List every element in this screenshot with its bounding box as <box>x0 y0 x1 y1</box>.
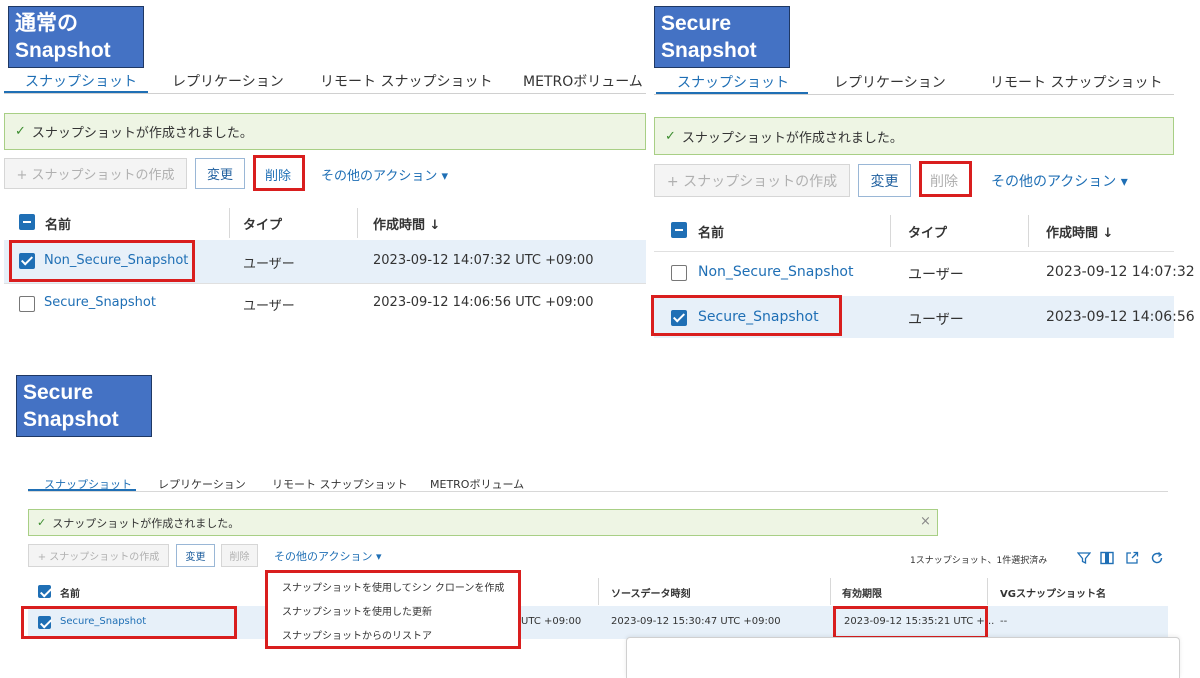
panel1-tab-underline <box>4 91 148 93</box>
panel1-title-line1: 通常の <box>15 12 78 35</box>
refresh-icon[interactable] <box>1150 550 1164 569</box>
panel3-other-actions-button[interactable]: その他のアクション ▾ <box>274 548 381 564</box>
panel2-col-sep-1 <box>890 215 891 247</box>
panel3-col-sep-2 <box>830 578 831 605</box>
panel2-col-sep-2 <box>1028 215 1029 247</box>
panel1-tab-snapshot[interactable]: スナップショット <box>25 71 137 91</box>
check-icon: ✓ <box>37 516 47 529</box>
panel1-delete-highlight <box>253 155 305 191</box>
menu-item-create-thin-clone[interactable]: スナップショットを使用してシン クローンを作成 <box>282 579 504 594</box>
panel2-tab-replication[interactable]: レプリケーション <box>834 72 946 92</box>
panel1-row-1-type: ユーザー <box>243 257 295 272</box>
panel3-selection-count: 1スナップショット、1件選択済み <box>910 556 1048 566</box>
panel1-col-type[interactable]: タイプ <box>243 214 282 233</box>
panel3-select-all-checkbox[interactable] <box>38 585 51 598</box>
panel1-alert: ✓ スナップショットが作成されました。 <box>4 113 646 150</box>
panel3-alert-text: スナップショットが作成されました。 <box>52 516 240 530</box>
panel2-create-snapshot-button[interactable]: + スナップショットの作成 <box>654 164 850 197</box>
panel1-row-1-created: 2023-09-12 14:07:32 UTC +09:00 <box>373 253 594 268</box>
panel3-tab-replication[interactable]: レプリケーション <box>158 476 246 492</box>
panel2-col-name[interactable]: 名前 <box>698 222 724 241</box>
panel2-row-1-name[interactable]: Non_Secure_Snapshot <box>698 264 854 280</box>
panel2-title-line2: Snapshot <box>661 39 757 62</box>
panel1-other-actions-button[interactable]: その他のアクション ▾ <box>321 165 448 184</box>
panel2-row-2-created: 2023-09-12 14:06:56 <box>1046 309 1195 325</box>
panel3-col-sep-1 <box>598 578 599 605</box>
panel3-col-vg-name[interactable]: VGスナップショット名 <box>1000 585 1106 600</box>
panel3-row-created-partial: UTC +09:00 <box>521 616 582 627</box>
panel2-row-1-type: ユーザー <box>908 267 964 283</box>
panel3-col-expiry[interactable]: 有効期限 <box>842 585 882 600</box>
other-actions-dropdown-menu: スナップショットを使用してシン クローンを作成 スナップショットを使用した更新 … <box>265 570 521 649</box>
panel1-tab-metro-volume[interactable]: METROボリューム <box>523 71 643 91</box>
panel1-select-all-checkbox[interactable] <box>19 214 35 230</box>
panel1-tab-replication[interactable]: レプリケーション <box>172 71 284 91</box>
panel1-create-snapshot-button[interactable]: + スナップショットの作成 <box>4 158 187 189</box>
panel1-alert-text: スナップショットが作成されました。 <box>31 126 253 141</box>
panel1-row-divider <box>4 283 646 284</box>
panel3-tab-underline <box>28 489 136 491</box>
filter-icon[interactable] <box>1076 550 1092 569</box>
panel2-title-line1: Secure <box>661 12 732 35</box>
panel2-tab-snapshot[interactable]: スナップショット <box>677 72 789 92</box>
panel1-row-2-type: ユーザー <box>243 299 295 314</box>
export-icon[interactable] <box>1125 550 1139 569</box>
panel1-col-created[interactable]: 作成時間 ↓ <box>373 214 440 233</box>
panel3-row-source-time: 2023-09-12 15:30:47 UTC +09:00 <box>611 616 781 627</box>
panel2-other-actions-button[interactable]: その他のアクション ▾ <box>991 171 1128 191</box>
panel2-row-2-type: ユーザー <box>908 312 964 328</box>
panel3-tab-remote-snapshot[interactable]: リモート スナップショット <box>272 476 408 492</box>
panel1-change-button[interactable]: 変更 <box>195 158 245 189</box>
panel2-tab-underline <box>656 92 808 94</box>
close-icon[interactable]: × <box>920 514 931 529</box>
panel2-delete-highlight <box>919 161 972 197</box>
panel1-title-line2: Snapshot <box>15 39 111 62</box>
columns-icon[interactable] <box>1100 550 1114 569</box>
panel1-title-box: 通常の Snapshot <box>8 6 144 68</box>
panel3-col-sep-3 <box>987 578 988 605</box>
panel1-row-1-highlight-box <box>9 240 195 282</box>
panel1-tabs-divider <box>4 93 646 94</box>
panel1-row-2-created: 2023-09-12 14:06:56 UTC +09:00 <box>373 295 594 310</box>
panel2-change-button[interactable]: 変更 <box>858 164 911 197</box>
panel1-row-2-checkbox[interactable] <box>19 296 35 312</box>
panel2-row-2-highlight-box <box>651 295 842 336</box>
panel3-delete-button[interactable]: 削除 <box>221 544 258 567</box>
panel3-col-source-time[interactable]: ソースデータ時刻 <box>611 585 691 600</box>
panel2-select-all-checkbox[interactable] <box>671 222 687 238</box>
panel3-title-line1: Secure <box>23 381 94 404</box>
panel1-row-2-name[interactable]: Secure_Snapshot <box>44 295 156 310</box>
panel3-title-box: Secure Snapshot <box>16 375 152 437</box>
panel2-row-1-checkbox[interactable] <box>671 265 687 281</box>
panel3-row-vg-name: -- <box>1000 616 1008 627</box>
panel3-col-name[interactable]: 名前 <box>60 585 80 600</box>
panel2-col-created[interactable]: 作成時間 ↓ <box>1046 222 1113 241</box>
panel2-row-1-created: 2023-09-12 14:07:32 <box>1046 264 1195 280</box>
panel3-title-line2: Snapshot <box>23 408 119 431</box>
panel1-col-sep-1 <box>229 208 230 238</box>
panel3-change-button[interactable]: 変更 <box>176 544 215 567</box>
panel2-header-divider <box>654 251 1174 252</box>
panel2-tab-remote-snapshot[interactable]: リモート スナップショット <box>990 72 1162 92</box>
check-icon: ✓ <box>15 124 26 139</box>
panel3-tab-metro-volume[interactable]: METROボリューム <box>430 476 524 492</box>
panel1-col-name[interactable]: 名前 <box>45 214 71 233</box>
panel2-tabs-divider <box>654 94 1174 95</box>
menu-item-refresh-using-snapshot[interactable]: スナップショットを使用した更新 <box>282 603 432 618</box>
panel3-create-snapshot-button[interactable]: + スナップショットの作成 <box>28 544 169 567</box>
panel3-overlay-panel-edge <box>626 637 1180 678</box>
panel3-row-name-highlight-box <box>21 606 237 639</box>
panel3-alert: ✓ スナップショットが作成されました。 <box>28 509 938 536</box>
panel2-alert: ✓ スナップショットが作成されました。 <box>654 117 1174 155</box>
panel2-title-box: Secure Snapshot <box>654 6 790 68</box>
check-icon: ✓ <box>665 128 676 144</box>
panel3-expiry-highlight-box <box>833 606 988 639</box>
panel2-alert-text: スナップショットが作成されました。 <box>681 130 903 146</box>
panel1-col-sep-2 <box>357 208 358 238</box>
menu-item-restore-from-snapshot[interactable]: スナップショットからのリストア <box>282 627 432 642</box>
panel1-tab-remote-snapshot[interactable]: リモート スナップショット <box>320 71 492 91</box>
panel2-col-type[interactable]: タイプ <box>908 222 947 241</box>
